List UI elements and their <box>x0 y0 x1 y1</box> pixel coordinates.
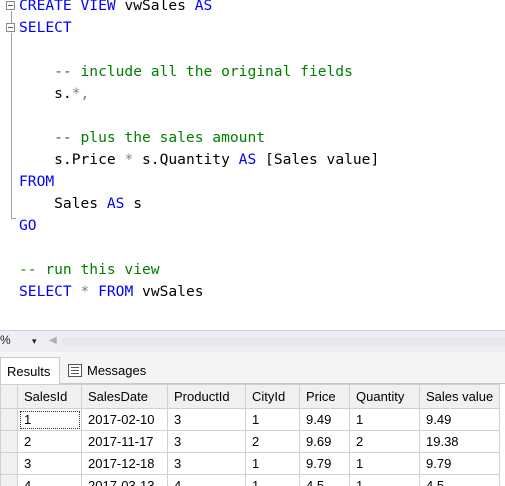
code-token: -- plus the sales amount <box>19 129 266 146</box>
results-table: SalesId SalesDate ProductId CityId Price Quan… <box>0 384 500 486</box>
zoom-dropdown-icon[interactable]: ▾ <box>32 336 37 347</box>
grid-cell[interactable]: 1 <box>245 452 300 475</box>
code-token: FROM <box>98 283 143 300</box>
column-header[interactable]: CityId <box>245 384 300 409</box>
grid-cell[interactable]: 1 <box>349 408 420 431</box>
horizontal-scrollbar[interactable] <box>62 337 505 346</box>
tab-messages[interactable]: Messages <box>62 357 162 384</box>
row-selector[interactable] <box>0 430 18 453</box>
code-token: s. <box>19 85 72 102</box>
code-line[interactable]: -- run this view <box>19 259 160 281</box>
results-grid[interactable]: SalesId SalesDate ProductId CityId Price Quan… <box>0 384 505 486</box>
code-line[interactable]: s.Price * s.Quantity AS [Sales value] <box>19 149 379 171</box>
row-selector[interactable] <box>0 452 18 475</box>
table-row[interactable]: 1 2017-02-10 3 1 9.49 1 9.49 <box>0 408 500 431</box>
tab-results-label: Results <box>7 363 51 379</box>
code-token: *, <box>71 85 90 102</box>
code-line[interactable]: -- include all the original fields <box>19 61 353 83</box>
grid-cell[interactable]: 2017-02-10 <box>81 408 168 431</box>
tab-results[interactable]: Results <box>0 357 60 384</box>
grid-cell[interactable]: 2017-03-13 <box>81 474 168 486</box>
grid-cell[interactable]: 1 <box>245 474 300 486</box>
results-tabs: Results Messages <box>0 352 505 384</box>
code-token: GO <box>19 217 37 234</box>
code-token: s.Quantity <box>142 151 239 168</box>
table-row[interactable]: 3 2017-12-18 3 1 9.79 1 9.79 <box>0 452 500 475</box>
code-token: SELECT <box>19 283 81 300</box>
code-token: vwSales <box>124 0 195 14</box>
grid-cell[interactable]: 3 <box>17 452 82 475</box>
code-line[interactable]: s.*, <box>19 83 89 105</box>
row-selector[interactable] <box>0 474 18 486</box>
code-line[interactable]: SELECT * FROM vwSales <box>19 281 204 303</box>
grid-cell[interactable]: 2017-11-17 <box>81 430 168 453</box>
tab-messages-label: Messages <box>87 363 147 378</box>
code-token: AS <box>194 0 213 14</box>
fold-end-marker <box>11 218 16 219</box>
code-line[interactable]: FROM <box>19 171 54 193</box>
grid-body: 1 2017-02-10 3 1 9.49 1 9.49 2 2017-11-17 3 2 9.69 2… <box>0 408 500 486</box>
editor-status-strip: % ▾ ◀ <box>0 330 505 352</box>
grid-cell[interactable]: 4 <box>167 474 246 486</box>
code-token: s <box>133 195 143 212</box>
collapse-create-view-icon[interactable] <box>6 1 15 10</box>
code-token: AS <box>106 195 134 212</box>
column-header[interactable]: SalesId <box>17 384 82 409</box>
column-header[interactable]: Quantity <box>349 384 420 409</box>
fold-guide <box>11 11 12 23</box>
table-row[interactable]: 2 2017-11-17 3 2 9.69 2 19.38 <box>0 430 500 453</box>
messages-icon <box>68 364 82 377</box>
table-row[interactable]: 4 2017-03-13 4 1 4.5 1 4.5 <box>0 474 500 486</box>
grid-cell[interactable]: 19.38 <box>419 430 500 453</box>
collapse-select-icon[interactable] <box>6 23 15 32</box>
scroll-left-icon[interactable]: ◀ <box>49 335 57 346</box>
grid-cell[interactable]: 1 <box>349 474 420 486</box>
column-header[interactable]: ProductId <box>167 384 246 409</box>
grid-cell[interactable]: 3 <box>167 452 246 475</box>
code-token: * <box>124 151 143 168</box>
grid-cell[interactable]: 9.79 <box>299 452 350 475</box>
grid-corner[interactable] <box>0 384 18 409</box>
code-token: CREATE VIEW <box>19 0 125 14</box>
column-header[interactable]: SalesDate <box>81 384 168 409</box>
code-line[interactable]: Sales AS s <box>19 193 142 215</box>
grid-cell[interactable]: 4.5 <box>419 474 500 486</box>
grid-cell[interactable]: 9.49 <box>419 408 500 431</box>
grid-cell[interactable]: 3 <box>167 430 246 453</box>
code-line[interactable]: GO <box>19 215 37 237</box>
grid-cell[interactable]: 3 <box>167 408 246 431</box>
column-header[interactable]: Price <box>299 384 350 409</box>
code-token: -- run this view <box>19 261 160 278</box>
code-line[interactable]: SELECT <box>19 17 72 39</box>
code-token: FROM <box>19 173 55 190</box>
column-header[interactable]: Sales value <box>419 384 500 409</box>
code-token: Sales <box>19 195 107 212</box>
grid-cell[interactable]: 9.69 <box>299 430 350 453</box>
code-token: SELECT <box>19 19 72 36</box>
code-token: AS <box>238 151 266 168</box>
grid-cell[interactable]: 4.5 <box>299 474 350 486</box>
grid-cell[interactable]: 2 <box>245 430 300 453</box>
grid-cell[interactable]: 4 <box>17 474 82 486</box>
sql-editor[interactable]: CREATE VIEW vwSales AS SELECT -- include … <box>0 0 505 330</box>
code-token: -- include all the original fields <box>19 63 353 80</box>
grid-cell[interactable]: 2017-12-18 <box>81 452 168 475</box>
grid-header-row: SalesId SalesDate ProductId CityId Price Quan… <box>0 384 500 409</box>
code-token: [Sales value] <box>265 151 380 168</box>
code-token: s.Price <box>19 151 125 168</box>
row-selector[interactable] <box>0 408 18 431</box>
code-token: vwSales <box>142 283 204 300</box>
grid-cell[interactable]: 2 <box>349 430 420 453</box>
grid-cell[interactable]: 1 <box>17 408 82 431</box>
grid-cell[interactable]: 2 <box>17 430 82 453</box>
grid-cell[interactable]: 9.49 <box>299 408 350 431</box>
code-line[interactable]: CREATE VIEW vwSales AS <box>19 0 212 17</box>
code-token: * <box>80 283 99 300</box>
code-line[interactable]: -- plus the sales amount <box>19 127 265 149</box>
zoom-level[interactable]: % <box>0 333 11 347</box>
grid-cell[interactable]: 1 <box>245 408 300 431</box>
grid-cell[interactable]: 9.79 <box>419 452 500 475</box>
grid-cell[interactable]: 1 <box>349 452 420 475</box>
fold-guide <box>11 33 12 218</box>
